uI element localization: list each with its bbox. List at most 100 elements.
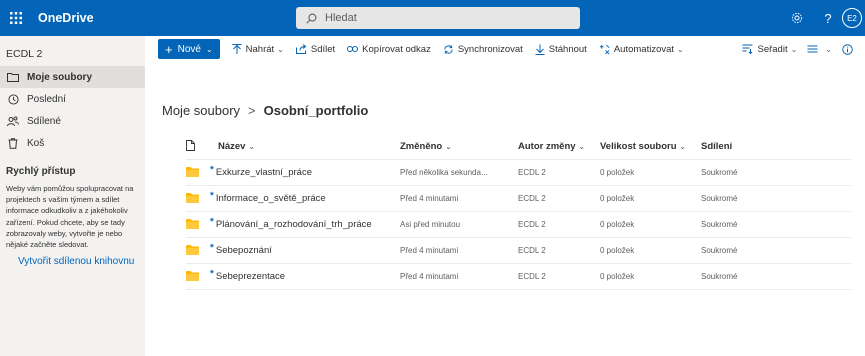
new-item-indicator-icon: ⁕ — [209, 243, 215, 250]
name-header-label: Název — [218, 141, 246, 153]
name-column-header[interactable]: Název ⌄ — [218, 135, 400, 160]
sharing-cell: Soukromé — [701, 185, 851, 212]
sidebar-item-my-files[interactable]: Moje soubory — [0, 66, 145, 88]
modified-by-column-header[interactable]: Autor změny ⌄ — [518, 135, 600, 160]
table-row[interactable]: ⁕ Sebepoznání Před 4 minutami ECDL 2 0 p… — [186, 237, 851, 264]
sync-button[interactable]: Synchronizovat — [443, 44, 523, 55]
file-name[interactable]: Exkurze_vlastní_práce — [216, 167, 312, 178]
table-row[interactable]: ⁕ Informace_o_světě_práce Před 4 minutam… — [186, 185, 851, 212]
app-name[interactable]: OneDrive — [38, 11, 94, 25]
help-button[interactable]: ? — [814, 0, 842, 36]
modified-by-header-label: Autor změny — [518, 141, 576, 153]
search-box[interactable] — [296, 7, 580, 29]
sharing-header-label: Sdílení — [701, 141, 733, 153]
breadcrumb-root[interactable]: Moje soubory — [162, 103, 240, 118]
folder-icon — [186, 271, 199, 281]
file-name[interactable]: Sebeprezentace — [216, 271, 285, 282]
file-type-column-header[interactable] — [186, 135, 218, 160]
file-name[interactable]: Plánování_a_rozhodování_trh_práce — [216, 219, 372, 230]
list-view-icon — [807, 45, 818, 53]
folder-icon — [186, 245, 199, 255]
settings-button[interactable] — [783, 0, 811, 36]
file-name[interactable]: Sebepoznání — [216, 245, 272, 256]
app-launcher-button[interactable] — [0, 0, 32, 36]
sidebar-item-shared[interactable]: Sdílené — [0, 110, 145, 132]
modified-cell: Asi před minutou — [400, 211, 518, 238]
modified-by-cell: ECDL 2 — [518, 159, 600, 186]
file-list-header: Název ⌄ Změněno ⌄ Autor změny ⌄ Velikost so… — [186, 135, 851, 160]
new-item-indicator-icon: ⁕ — [209, 191, 215, 198]
create-shared-library-link[interactable]: Vytvořit sdílenou knihovnu — [0, 250, 145, 267]
download-icon — [535, 44, 545, 55]
automate-button[interactable]: Automatizovat ⌄ — [599, 44, 684, 55]
modified-cell: Před 4 minutami — [400, 185, 518, 212]
modified-cell: Před 4 minutami — [400, 263, 518, 290]
sidebar-item-label: Sdílené — [27, 115, 61, 127]
size-cell: 0 položek — [600, 263, 701, 290]
table-row[interactable]: ⁕ Exkurze_vlastní_práce Před několika se… — [186, 159, 851, 186]
share-icon — [295, 44, 307, 54]
quick-access-description: Weby vám pomůžou spolupracovat na projek… — [6, 184, 134, 250]
size-cell: 0 položek — [600, 237, 701, 264]
folder-icon — [186, 193, 199, 203]
download-label: Stáhnout — [548, 43, 587, 55]
breadcrumb: Moje soubory > Osobní_portfolio — [162, 103, 368, 118]
sidebar-item-label: Koš — [27, 137, 45, 149]
sort-button[interactable]: Seřadit ⌄ — [742, 44, 797, 55]
copy-link-label: Kopírovat odkaz — [362, 43, 431, 55]
avatar[interactable]: E2 — [842, 8, 862, 28]
chevron-down-icon: ⌄ — [677, 44, 684, 54]
breadcrumb-current: Osobní_portfolio — [263, 103, 369, 118]
sidebar-item-label: Poslední — [27, 93, 66, 105]
chevron-down-icon: ⌄ — [825, 44, 832, 54]
sharing-cell: Soukromé — [701, 263, 851, 290]
sort-label: Seřadit — [757, 43, 788, 55]
new-button[interactable]: + Nové ⌄ — [158, 39, 220, 59]
folder-icon — [6, 70, 20, 84]
sharing-cell: Soukromé — [701, 211, 851, 238]
new-item-indicator-icon: ⁕ — [209, 269, 215, 276]
info-button[interactable] — [842, 43, 857, 55]
sharing-column-header[interactable]: Sdílení — [701, 135, 851, 160]
link-icon — [347, 46, 359, 52]
automate-icon — [599, 44, 610, 54]
chevron-down-icon: ⌄ — [277, 44, 284, 54]
size-cell: 0 položek — [600, 185, 701, 212]
view-options-button[interactable]: ⌄ — [807, 45, 832, 54]
table-row[interactable]: ⁕ Plánování_a_rozhodování_trh_práce Asi … — [186, 211, 851, 238]
upload-button[interactable]: Nahrát ⌄ — [232, 43, 284, 55]
copy-link-button[interactable]: Kopírovat odkaz — [347, 44, 431, 55]
sidebar-item-recent[interactable]: Poslední — [0, 88, 145, 110]
chevron-down-icon: ⌄ — [578, 142, 585, 152]
modified-column-header[interactable]: Změněno ⌄ — [400, 135, 518, 160]
help-icon: ? — [824, 10, 832, 26]
new-item-indicator-icon: ⁕ — [209, 165, 215, 172]
upload-label: Nahrát — [245, 43, 275, 55]
modified-header-label: Změněno — [400, 141, 443, 153]
share-button[interactable]: Sdílet — [295, 44, 335, 55]
people-icon — [6, 114, 20, 128]
sidebar-item-trash[interactable]: Koš — [0, 132, 145, 154]
modified-cell: Před 4 minutami — [400, 237, 518, 264]
chevron-down-icon: ⌄ — [679, 142, 686, 152]
sort-icon — [742, 44, 753, 54]
new-button-label: Nové — [177, 43, 201, 55]
plus-icon: + — [165, 41, 173, 57]
table-row[interactable]: ⁕ Sebeprezentace Před 4 minutami ECDL 2 … — [186, 263, 851, 290]
search-icon — [306, 13, 317, 24]
file-name[interactable]: Informace_o_světě_práce — [216, 193, 326, 204]
sidebar: ECDL 2 Moje soubory Poslední Sdílené Koš… — [0, 36, 145, 356]
size-cell: 0 položek — [600, 159, 701, 186]
search-input[interactable] — [325, 12, 565, 24]
sharing-cell: Soukromé — [701, 159, 851, 186]
download-button[interactable]: Stáhnout — [535, 44, 587, 55]
modified-by-cell: ECDL 2 — [518, 237, 600, 264]
size-column-header[interactable]: Velikost souboru ⌄ — [600, 135, 701, 160]
modified-by-cell: ECDL 2 — [518, 263, 600, 290]
file-type-icon — [186, 139, 195, 151]
sync-label: Synchronizovat — [457, 43, 523, 55]
automate-label: Automatizovat — [613, 43, 675, 55]
size-cell: 0 položek — [600, 211, 701, 238]
modified-by-cell: ECDL 2 — [518, 185, 600, 212]
sharing-cell: Soukromé — [701, 237, 851, 264]
